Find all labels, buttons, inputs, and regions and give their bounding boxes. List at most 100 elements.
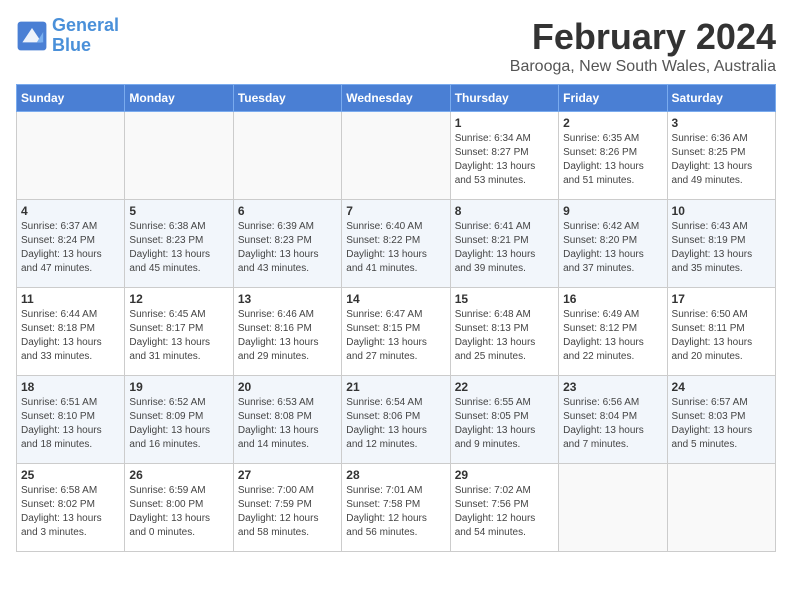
day-number: 21 — [346, 380, 445, 394]
calendar-cell: 28 Sunrise: 7:01 AM Sunset: 7:58 PM Dayli… — [342, 464, 450, 552]
calendar-cell: 14 Sunrise: 6:47 AM Sunset: 8:15 PM Dayli… — [342, 288, 450, 376]
day-info: Sunrise: 6:46 AM Sunset: 8:16 PM Dayligh… — [238, 308, 337, 364]
calendar-cell: 21 Sunrise: 6:54 AM Sunset: 8:06 PM Dayli… — [342, 376, 450, 464]
day-number: 1 — [455, 116, 554, 130]
day-info: Sunrise: 6:38 AM Sunset: 8:23 PM Dayligh… — [129, 220, 228, 276]
calendar-cell: 11Sunrise: 6:44 AM Sunset: 8:18 PM Dayli… — [17, 288, 125, 376]
day-number: 6 — [238, 204, 337, 218]
day-info: Sunrise: 6:36 AM Sunset: 8:25 PM Dayligh… — [672, 132, 771, 188]
day-info: Sunrise: 6:53 AM Sunset: 8:08 PM Dayligh… — [238, 396, 337, 452]
day-info: Sunrise: 6:51 AM Sunset: 8:10 PM Dayligh… — [21, 396, 120, 452]
day-info: Sunrise: 6:47 AM Sunset: 8:15 PM Dayligh… — [346, 308, 445, 364]
day-number: 7 — [346, 204, 445, 218]
day-info: Sunrise: 6:55 AM Sunset: 8:05 PM Dayligh… — [455, 396, 554, 452]
day-info: Sunrise: 6:52 AM Sunset: 8:09 PM Dayligh… — [129, 396, 228, 452]
calendar-cell: 9Sunrise: 6:42 AM Sunset: 8:20 PM Daylig… — [559, 200, 667, 288]
day-number: 28 — [346, 468, 445, 482]
calendar-cell — [233, 112, 341, 200]
calendar-cell: 19 Sunrise: 6:52 AM Sunset: 8:09 PM Dayli… — [125, 376, 233, 464]
day-info: Sunrise: 6:35 AM Sunset: 8:26 PM Dayligh… — [563, 132, 662, 188]
calendar-cell: 18 Sunrise: 6:51 AM Sunset: 8:10 PM Dayli… — [17, 376, 125, 464]
calendar-cell: 8 Sunrise: 6:41 AM Sunset: 8:21 PM Daylig… — [450, 200, 558, 288]
calendar-week-row: 1 Sunrise: 6:34 AM Sunset: 8:27 PM Daylig… — [17, 112, 776, 200]
day-info: Sunrise: 6:49 AM Sunset: 8:12 PM Dayligh… — [563, 308, 662, 364]
day-info: Sunrise: 7:00 AM Sunset: 7:59 PM Dayligh… — [238, 484, 337, 540]
calendar-week-row: 25Sunrise: 6:58 AM Sunset: 8:02 PM Dayli… — [17, 464, 776, 552]
day-info: Sunrise: 6:37 AM Sunset: 8:24 PM Dayligh… — [21, 220, 120, 276]
day-number: 18 — [21, 380, 120, 394]
calendar-table: SundayMondayTuesdayWednesdayThursdayFrid… — [16, 84, 776, 552]
calendar-cell: 16 Sunrise: 6:49 AM Sunset: 8:12 PM Dayli… — [559, 288, 667, 376]
day-info: Sunrise: 6:54 AM Sunset: 8:06 PM Dayligh… — [346, 396, 445, 452]
day-info: Sunrise: 6:43 AM Sunset: 8:19 PM Dayligh… — [672, 220, 771, 276]
title-block: February 2024 Barooga, New South Wales, … — [510, 16, 776, 76]
day-info: Sunrise: 6:58 AM Sunset: 8:02 PM Dayligh… — [21, 484, 120, 540]
calendar-cell: 5 Sunrise: 6:38 AM Sunset: 8:23 PM Daylig… — [125, 200, 233, 288]
logo: General Blue — [16, 16, 119, 56]
day-number: 24 — [672, 380, 771, 394]
page-header: General Blue February 2024 Barooga, New … — [16, 16, 776, 76]
day-info: Sunrise: 6:59 AM Sunset: 8:00 PM Dayligh… — [129, 484, 228, 540]
header-saturday: Saturday — [667, 85, 775, 112]
calendar-cell: 27 Sunrise: 7:00 AM Sunset: 7:59 PM Dayli… — [233, 464, 341, 552]
day-info: Sunrise: 6:41 AM Sunset: 8:21 PM Dayligh… — [455, 220, 554, 276]
day-number: 12 — [129, 292, 228, 306]
day-number: 8 — [455, 204, 554, 218]
day-info: Sunrise: 6:34 AM Sunset: 8:27 PM Dayligh… — [455, 132, 554, 188]
day-number: 23 — [563, 380, 662, 394]
day-number: 16 — [563, 292, 662, 306]
calendar-cell: 15Sunrise: 6:48 AM Sunset: 8:13 PM Dayli… — [450, 288, 558, 376]
calendar-cell: 24 Sunrise: 6:57 AM Sunset: 8:03 PM Dayli… — [667, 376, 775, 464]
header-thursday: Thursday — [450, 85, 558, 112]
day-info: Sunrise: 6:39 AM Sunset: 8:23 PM Dayligh… — [238, 220, 337, 276]
day-info: Sunrise: 6:40 AM Sunset: 8:22 PM Dayligh… — [346, 220, 445, 276]
calendar-cell: 6 Sunrise: 6:39 AM Sunset: 8:23 PM Daylig… — [233, 200, 341, 288]
calendar-cell — [342, 112, 450, 200]
calendar-cell: 23 Sunrise: 6:56 AM Sunset: 8:04 PM Dayli… — [559, 376, 667, 464]
day-number: 26 — [129, 468, 228, 482]
day-number: 29 — [455, 468, 554, 482]
day-info: Sunrise: 7:01 AM Sunset: 7:58 PM Dayligh… — [346, 484, 445, 540]
logo-icon — [16, 20, 48, 52]
day-number: 27 — [238, 468, 337, 482]
day-info: Sunrise: 6:50 AM Sunset: 8:11 PM Dayligh… — [672, 308, 771, 364]
calendar-cell: 10 Sunrise: 6:43 AM Sunset: 8:19 PM Dayli… — [667, 200, 775, 288]
calendar-cell — [17, 112, 125, 200]
day-number: 13 — [238, 292, 337, 306]
day-number: 19 — [129, 380, 228, 394]
day-info: Sunrise: 6:56 AM Sunset: 8:04 PM Dayligh… — [563, 396, 662, 452]
calendar-week-row: 11Sunrise: 6:44 AM Sunset: 8:18 PM Dayli… — [17, 288, 776, 376]
day-number: 17 — [672, 292, 771, 306]
main-title: February 2024 — [510, 16, 776, 58]
calendar-cell: 25Sunrise: 6:58 AM Sunset: 8:02 PM Dayli… — [17, 464, 125, 552]
calendar-cell: 4Sunrise: 6:37 AM Sunset: 8:24 PM Daylig… — [17, 200, 125, 288]
logo-text: General Blue — [52, 16, 119, 56]
calendar-cell: 17 Sunrise: 6:50 AM Sunset: 8:11 PM Dayli… — [667, 288, 775, 376]
calendar-cell — [559, 464, 667, 552]
day-info: Sunrise: 6:48 AM Sunset: 8:13 PM Dayligh… — [455, 308, 554, 364]
calendar-cell: 1 Sunrise: 6:34 AM Sunset: 8:27 PM Daylig… — [450, 112, 558, 200]
day-info: Sunrise: 6:44 AM Sunset: 8:18 PM Dayligh… — [21, 308, 120, 364]
day-number: 22 — [455, 380, 554, 394]
logo-line1: General — [52, 15, 119, 35]
header-friday: Friday — [559, 85, 667, 112]
day-number: 14 — [346, 292, 445, 306]
calendar-week-row: 18 Sunrise: 6:51 AM Sunset: 8:10 PM Dayli… — [17, 376, 776, 464]
day-number: 9 — [563, 204, 662, 218]
header-sunday: Sunday — [17, 85, 125, 112]
day-number: 2 — [563, 116, 662, 130]
calendar-cell — [667, 464, 775, 552]
calendar-cell: 22 Sunrise: 6:55 AM Sunset: 8:05 PM Dayli… — [450, 376, 558, 464]
header-monday: Monday — [125, 85, 233, 112]
calendar-cell: 13 Sunrise: 6:46 AM Sunset: 8:16 PM Dayli… — [233, 288, 341, 376]
day-info: Sunrise: 7:02 AM Sunset: 7:56 PM Dayligh… — [455, 484, 554, 540]
subtitle: Barooga, New South Wales, Australia — [510, 58, 776, 76]
day-number: 5 — [129, 204, 228, 218]
day-number: 3 — [672, 116, 771, 130]
day-info: Sunrise: 6:45 AM Sunset: 8:17 PM Dayligh… — [129, 308, 228, 364]
day-number: 10 — [672, 204, 771, 218]
calendar-cell: 2 Sunrise: 6:35 AM Sunset: 8:26 PM Daylig… — [559, 112, 667, 200]
calendar-cell — [125, 112, 233, 200]
calendar-cell: 26 Sunrise: 6:59 AM Sunset: 8:00 PM Dayli… — [125, 464, 233, 552]
day-info: Sunrise: 6:57 AM Sunset: 8:03 PM Dayligh… — [672, 396, 771, 452]
